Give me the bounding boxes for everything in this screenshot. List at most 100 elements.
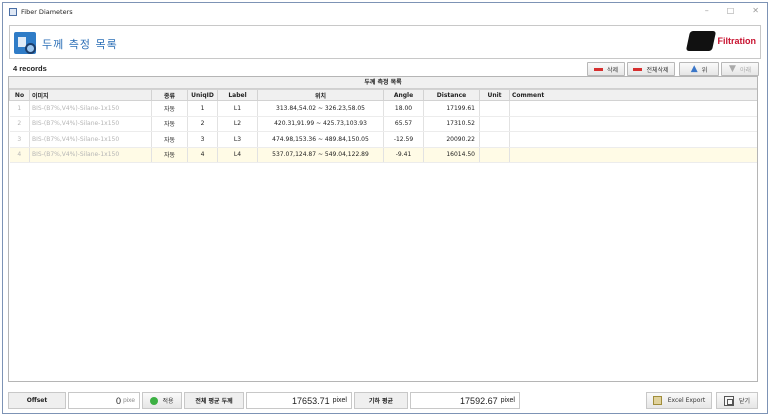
delete-all-button[interactable]: 전체삭제	[627, 62, 675, 76]
geometric-average-field: 17592.67 pixel	[410, 392, 520, 409]
cell-uniqid: 4	[187, 147, 218, 163]
column-header-angle[interactable]: Angle	[383, 89, 424, 101]
measurement-table: No 이미지 종류 UniqID Label 위치 Angle Distance…	[9, 89, 757, 163]
offset-label: Offset	[8, 392, 66, 409]
cell-position: 474.98,153.36 ~ 489.84,150.05	[257, 131, 384, 148]
cell-no: 2	[9, 116, 30, 132]
column-header-unit[interactable]: Unit	[479, 89, 510, 101]
cell-type: 자동	[151, 131, 188, 148]
window-controls: – □ ✕	[705, 6, 759, 15]
offset-value: 0	[116, 395, 122, 406]
cell-image: BIS-(B7%,V4%)-Silane-1x150	[29, 131, 152, 148]
minimize-icon[interactable]: –	[705, 6, 709, 15]
column-header-label[interactable]: Label	[217, 89, 258, 101]
arrow-down-icon: ▼	[729, 64, 736, 74]
offset-unit: pixe	[123, 397, 135, 404]
apply-icon	[150, 396, 159, 405]
column-header-uniqid[interactable]: UniqID	[187, 89, 218, 101]
cell-no: 3	[9, 131, 30, 148]
header-row: No 이미지 종류 UniqID Label 위치 Angle Distance…	[9, 89, 757, 101]
cell-no: 4	[9, 147, 30, 163]
cell-unit	[479, 100, 510, 117]
column-header-position[interactable]: 위치	[257, 89, 384, 101]
cell-comment	[509, 147, 757, 163]
apply-button[interactable]: 적용	[142, 392, 182, 409]
excel-icon	[652, 396, 662, 405]
cell-type: 자동	[151, 116, 188, 132]
excel-export-button[interactable]: Excel Export	[646, 392, 712, 409]
cell-image: BIS-(B7%,V4%)-Silane-1x150	[29, 147, 152, 163]
cell-comment	[509, 131, 757, 148]
cell-image: BIS-(B7%,V4%)-Silane-1x150	[29, 116, 152, 132]
exit-icon	[723, 395, 734, 406]
cell-position: 313.84,54.02 ~ 326.23,58.05	[257, 100, 384, 117]
cell-label: L2	[217, 116, 258, 132]
cell-uniqid: 1	[187, 100, 218, 117]
cell-angle: 65.57	[383, 116, 424, 132]
cummins-logo-icon	[685, 31, 716, 51]
table-row[interactable]: 2 BIS-(B7%,V4%)-Silane-1x150 자동 2 L2 420…	[9, 116, 757, 132]
measurement-grid[interactable]: 두께 측정 목록 No 이미지 종류 UniqID Label 위치 Angle…	[8, 76, 758, 382]
cell-image: BIS-(B7%,V4%)-Silane-1x150	[29, 100, 152, 117]
toolbar: 4 records 삭제 전체삭제 ▲ 위 ▼ 아래	[9, 61, 761, 77]
measure-list-icon	[14, 32, 36, 54]
cell-type: 자동	[151, 100, 188, 117]
table-row-selected[interactable]: 4 BIS-(B7%,V4%)-Silane-1x150 자동 4 L4 537…	[9, 147, 757, 163]
offset-input[interactable]: 0 pixe	[68, 392, 140, 409]
column-header-comment[interactable]: Comment	[509, 89, 757, 101]
overall-average-field: 17653.71 pixel	[246, 392, 352, 409]
grid-caption: 두께 측정 목록	[9, 77, 757, 89]
column-header-type[interactable]: 종류	[151, 89, 188, 101]
cell-label: L1	[217, 100, 258, 117]
cell-angle: 18.00	[383, 100, 424, 117]
cell-distance: 17310.52	[423, 116, 480, 132]
cell-no: 1	[9, 100, 30, 117]
cell-label: L3	[217, 131, 258, 148]
cell-distance: 20090.22	[423, 131, 480, 148]
close-window-icon[interactable]: ✕	[752, 6, 759, 15]
column-header-distance[interactable]: Distance	[423, 89, 480, 101]
close-button[interactable]: 닫기	[716, 392, 758, 409]
footer-bar: Offset 0 pixe 적용 전체 평균 두께 17653.71 pixel…	[8, 391, 760, 411]
cell-uniqid: 2	[187, 116, 218, 132]
maximize-icon[interactable]: □	[727, 6, 735, 15]
cell-comment	[509, 116, 757, 132]
arrow-up-icon: ▲	[690, 64, 698, 74]
cell-uniqid: 3	[187, 131, 218, 148]
geometric-average-label: 기하 평균	[354, 392, 408, 409]
record-count: 4 records	[13, 64, 47, 73]
cell-position: 537.07,124.87 ~ 549.04,122.89	[257, 147, 384, 163]
brand-text: Filtration	[717, 36, 757, 46]
title-bar: Fiber Diameters – □ ✕	[3, 3, 767, 21]
column-header-no[interactable]: No	[9, 89, 30, 101]
cell-unit	[479, 116, 510, 132]
minus-icon	[593, 67, 603, 71]
move-down-button[interactable]: ▼ 아래	[721, 62, 759, 76]
geometric-average-value: 17592.67	[460, 395, 498, 406]
overall-average-value: 17653.71	[292, 395, 330, 406]
cell-unit	[479, 147, 510, 163]
minus-icon	[633, 67, 643, 71]
window-title: Fiber Diameters	[21, 8, 73, 16]
overall-average-label: 전체 평균 두께	[184, 392, 244, 409]
delete-button[interactable]: 삭제	[587, 62, 625, 76]
cell-position: 420.31,91.99 ~ 425.73,103.93	[257, 116, 384, 132]
brand-logo: Filtration	[685, 31, 757, 51]
table-row[interactable]: 1 BIS-(B7%,V4%)-Silane-1x150 자동 1 L1 313…	[9, 100, 757, 117]
overall-average-unit: pixel	[332, 397, 347, 404]
cell-type: 자동	[151, 147, 188, 163]
cell-angle: -12.59	[383, 131, 424, 148]
page-title: 두께 측정 목록	[42, 38, 118, 51]
table-row[interactable]: 3 BIS-(B7%,V4%)-Silane-1x150 자동 3 L3 474…	[9, 131, 757, 148]
geometric-average-unit: pixel	[500, 397, 515, 404]
cell-comment	[509, 100, 757, 117]
move-up-button[interactable]: ▲ 위	[679, 62, 719, 76]
column-header-image[interactable]: 이미지	[29, 89, 152, 101]
cell-label: L4	[217, 147, 258, 163]
header-panel: 두께 측정 목록 Filtration	[9, 25, 761, 59]
cell-distance: 17199.61	[423, 100, 480, 117]
cell-distance: 16014.50	[423, 147, 480, 163]
cell-unit	[479, 131, 510, 148]
cell-angle: -9.41	[383, 147, 424, 163]
app-icon	[9, 8, 17, 16]
